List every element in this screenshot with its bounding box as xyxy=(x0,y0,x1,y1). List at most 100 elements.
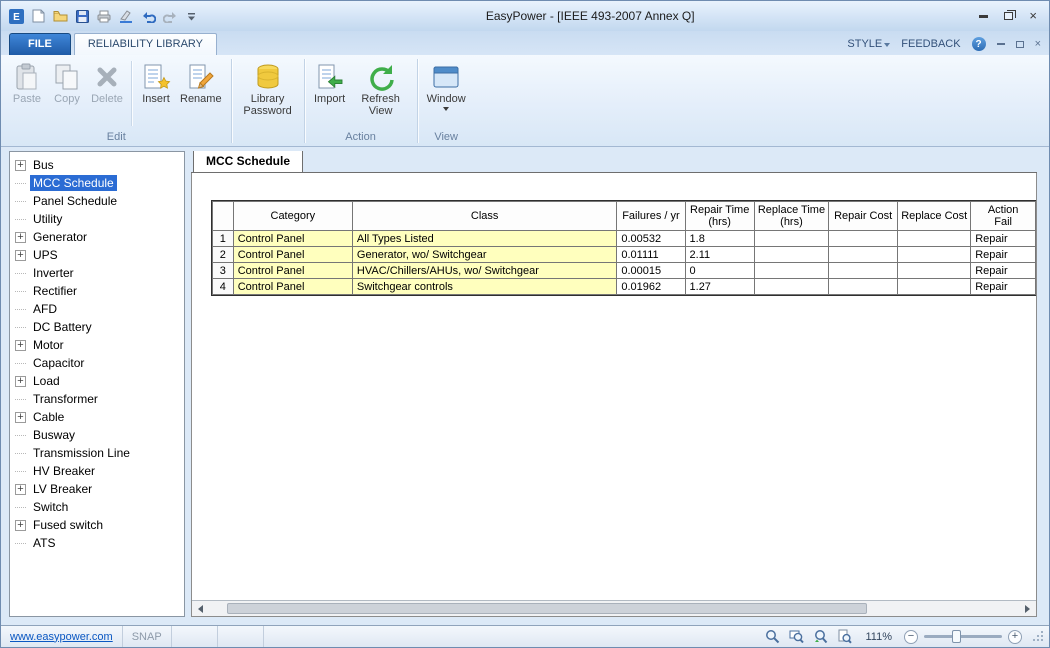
grid-cell[interactable]: Repair xyxy=(971,231,1036,247)
minimize-ribbon-button[interactable] xyxy=(997,43,1005,45)
tree-item-transformer[interactable]: Transformer xyxy=(10,390,184,408)
tree-item-mcc-schedule[interactable]: MCC Schedule xyxy=(10,174,184,192)
row-number-cell[interactable]: 1 xyxy=(213,231,234,247)
zoom-slider[interactable] xyxy=(924,635,1002,638)
easypower-link[interactable]: www.easypower.com xyxy=(10,631,113,643)
resize-grip[interactable] xyxy=(1032,630,1045,643)
expand-icon[interactable]: + xyxy=(15,250,26,261)
zoom-previous-icon[interactable] xyxy=(811,628,829,646)
zoom-slider-thumb[interactable] xyxy=(952,630,961,643)
tree-item-rectifier[interactable]: Rectifier xyxy=(10,282,184,300)
window-button[interactable]: Window xyxy=(423,58,470,113)
print-icon[interactable] xyxy=(95,7,113,25)
grid-cell[interactable] xyxy=(829,279,898,295)
customize-dropdown-icon[interactable] xyxy=(183,7,201,25)
zoom-in-button[interactable]: + xyxy=(1008,630,1022,644)
tree-item-cable[interactable]: +Cable xyxy=(10,408,184,426)
tree-item-load[interactable]: +Load xyxy=(10,372,184,390)
grid-cell[interactable] xyxy=(898,247,971,263)
zoom-extents-icon[interactable] xyxy=(835,628,853,646)
tree-item-afd[interactable]: AFD xyxy=(10,300,184,318)
zoom-out-button[interactable]: − xyxy=(904,630,918,644)
tree-item-fused-switch[interactable]: +Fused switch xyxy=(10,516,184,534)
grid-cell[interactable] xyxy=(898,279,971,295)
row-number-cell[interactable]: 2 xyxy=(213,247,234,263)
expand-icon[interactable]: + xyxy=(15,520,26,531)
grid-cell[interactable]: Switchgear controls xyxy=(352,279,616,295)
tree-item-busway[interactable]: Busway xyxy=(10,426,184,444)
help-icon[interactable]: ? xyxy=(972,37,986,51)
snap-pane[interactable]: SNAP xyxy=(123,626,172,647)
row-number-cell[interactable]: 4 xyxy=(213,279,234,295)
file-tab[interactable]: FILE xyxy=(9,33,71,55)
grid-cell[interactable]: Control Panel xyxy=(233,231,352,247)
tab-reliability-library[interactable]: RELIABILITY LIBRARY xyxy=(74,33,217,55)
grid-cell[interactable]: All Types Listed xyxy=(352,231,616,247)
grid-cell[interactable]: Control Panel xyxy=(233,279,352,295)
tree-item-inverter[interactable]: Inverter xyxy=(10,264,184,282)
row-number-cell[interactable]: 3 xyxy=(213,263,234,279)
grid-cell[interactable]: 0.01111 xyxy=(617,247,685,263)
refresh-view-button[interactable]: Refresh View xyxy=(350,58,412,119)
grid-cell[interactable]: Repair xyxy=(971,247,1036,263)
paste-button[interactable]: Paste xyxy=(7,58,47,107)
grid-cell[interactable]: 2.11 xyxy=(685,247,754,263)
document-tab[interactable]: MCC Schedule xyxy=(193,151,303,172)
minimize-button[interactable] xyxy=(979,15,988,18)
grid-cell[interactable]: 1.27 xyxy=(685,279,754,295)
close-document-button[interactable]: × xyxy=(1035,39,1041,50)
expand-icon[interactable]: + xyxy=(15,340,26,351)
horizontal-scrollbar[interactable] xyxy=(192,600,1036,616)
expand-icon[interactable]: + xyxy=(15,484,26,495)
tree-item-lv-breaker[interactable]: +LV Breaker xyxy=(10,480,184,498)
grid-cell[interactable] xyxy=(754,231,828,247)
expand-icon[interactable]: + xyxy=(15,376,26,387)
zoom-in-icon[interactable] xyxy=(763,628,781,646)
grid-cell[interactable]: 0.01962 xyxy=(617,279,685,295)
tree-item-ups[interactable]: +UPS xyxy=(10,246,184,264)
restore-button[interactable] xyxy=(1004,12,1013,20)
grid-cell[interactable] xyxy=(829,263,898,279)
grid-cell[interactable] xyxy=(829,247,898,263)
scroll-left-icon[interactable] xyxy=(192,601,209,616)
grid-cell[interactable]: Repair xyxy=(971,279,1036,295)
style-menu[interactable]: STYLE xyxy=(847,38,890,50)
tree-item-switch[interactable]: Switch xyxy=(10,498,184,516)
grid-cell[interactable]: HVAC/Chillers/AHUs, wo/ Switchgear xyxy=(352,263,616,279)
undo-icon[interactable] xyxy=(139,7,157,25)
grid-cell[interactable] xyxy=(829,231,898,247)
grid-cell[interactable]: 1.8 xyxy=(685,231,754,247)
grid-cell[interactable] xyxy=(898,231,971,247)
tree-item-utility[interactable]: Utility xyxy=(10,210,184,228)
app-icon[interactable]: E xyxy=(7,7,25,25)
format-icon[interactable] xyxy=(117,7,135,25)
grid-cell[interactable] xyxy=(898,263,971,279)
expand-icon[interactable]: + xyxy=(15,160,26,171)
tree-item-transmission-line[interactable]: Transmission Line xyxy=(10,444,184,462)
copy-button[interactable]: Copy xyxy=(47,58,87,107)
grid-cell[interactable]: Control Panel xyxy=(233,263,352,279)
library-password-button[interactable]: Library Password xyxy=(237,58,299,119)
tree-item-motor[interactable]: +Motor xyxy=(10,336,184,354)
import-button[interactable]: Import xyxy=(310,58,350,107)
tree-item-hv-breaker[interactable]: HV Breaker xyxy=(10,462,184,480)
tree-item-dc-battery[interactable]: DC Battery xyxy=(10,318,184,336)
scrollbar-thumb[interactable] xyxy=(227,603,867,614)
close-button[interactable]: × xyxy=(1029,11,1037,21)
expand-icon[interactable]: + xyxy=(15,412,26,423)
insert-button[interactable]: Insert xyxy=(136,58,176,107)
tree-item-ats[interactable]: ATS xyxy=(10,534,184,552)
zoom-window-icon[interactable] xyxy=(787,628,805,646)
grid-cell[interactable]: 0 xyxy=(685,263,754,279)
tree-item-capacitor[interactable]: Capacitor xyxy=(10,354,184,372)
rename-button[interactable]: Rename xyxy=(176,58,226,107)
expand-icon[interactable]: + xyxy=(15,232,26,243)
grid-cell[interactable] xyxy=(754,247,828,263)
scrollbar-track[interactable] xyxy=(209,601,1019,616)
grid-cell[interactable]: Generator, wo/ Switchgear xyxy=(352,247,616,263)
tree-item-panel-schedule[interactable]: Panel Schedule xyxy=(10,192,184,210)
open-icon[interactable] xyxy=(51,7,69,25)
scroll-right-icon[interactable] xyxy=(1019,601,1036,616)
grid-cell[interactable] xyxy=(754,263,828,279)
tree-item-bus[interactable]: +Bus xyxy=(10,156,184,174)
